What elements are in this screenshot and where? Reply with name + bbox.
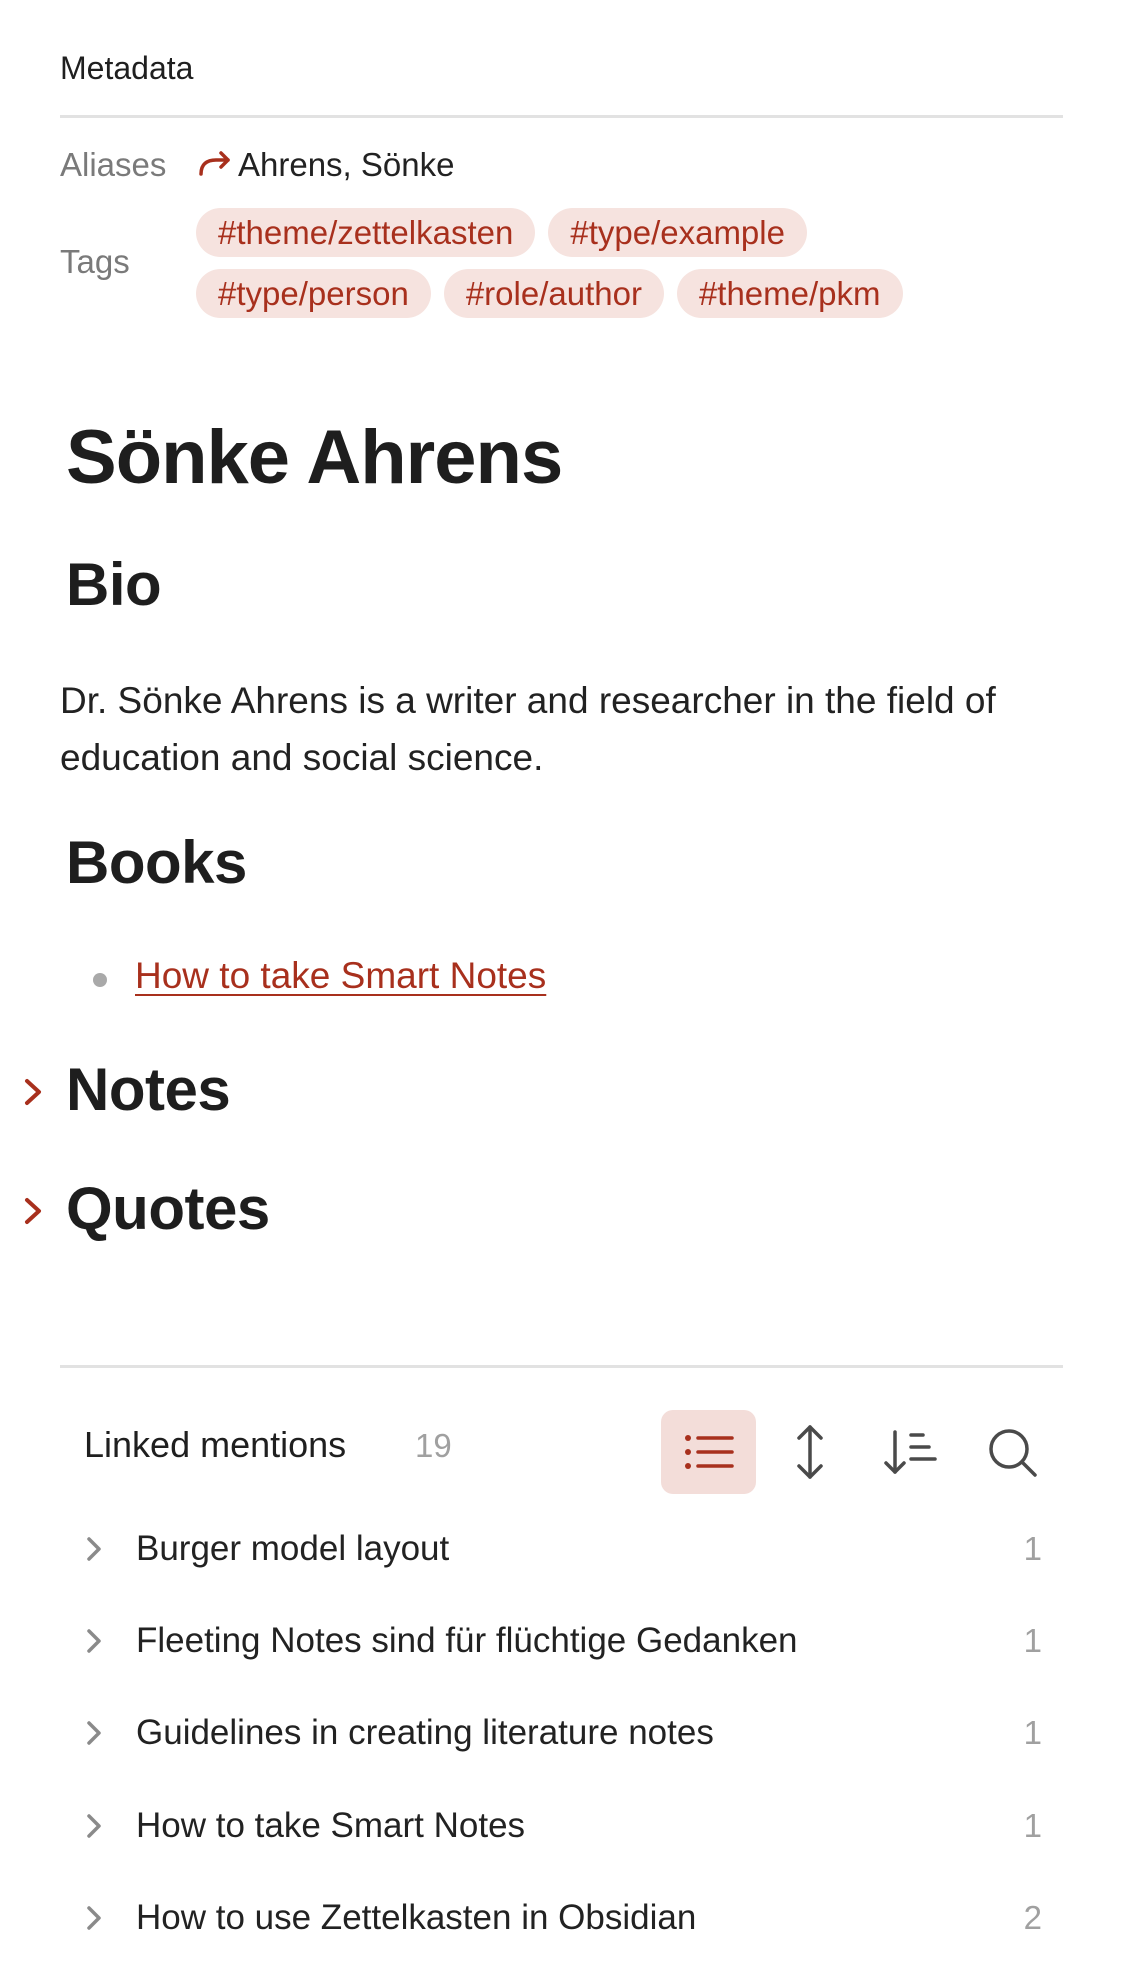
fold-chevron-icon[interactable] xyxy=(20,1077,46,1107)
list-icon xyxy=(684,1435,734,1469)
mention-count: 1 xyxy=(1023,1714,1042,1751)
tag-pill[interactable]: #type/person xyxy=(196,269,431,318)
mention-row[interactable]: Burger model layout 1 xyxy=(84,1519,1042,1579)
linked-mentions-count: 19 xyxy=(415,1427,452,1464)
mention-label: How to take Smart Notes xyxy=(136,1806,526,1845)
linked-mentions-title[interactable]: Linked mentions xyxy=(84,1424,346,1466)
list-bullet xyxy=(93,973,107,987)
chevron-right-icon xyxy=(87,1721,101,1745)
bio-heading: Bio xyxy=(66,551,162,618)
mentions-divider xyxy=(60,1365,1063,1368)
chevron-right-icon xyxy=(87,1629,101,1653)
alias-arrow-icon xyxy=(199,151,230,176)
tags-label: Tags xyxy=(60,243,130,280)
fold-chevron-icon[interactable] xyxy=(20,1196,46,1226)
tag-pill[interactable]: #theme/zettelkasten xyxy=(196,208,536,257)
mention-label: Guidelines in creating literature notes xyxy=(136,1713,714,1752)
mention-row[interactable]: Guidelines in creating literature notes … xyxy=(84,1703,1042,1763)
tag-list: #theme/zettelkasten #type/example #type/… xyxy=(196,208,1016,318)
mention-count: 2 xyxy=(1023,1899,1042,1936)
quotes-heading[interactable]: Quotes xyxy=(66,1174,270,1243)
chevron-right-icon xyxy=(87,1814,101,1838)
books-heading: Books xyxy=(66,829,247,896)
aliases-label: Aliases xyxy=(60,146,167,183)
mention-row[interactable]: How to take Smart Notes 1 xyxy=(84,1796,1042,1856)
list-view-button[interactable] xyxy=(661,1410,756,1494)
sort-icon xyxy=(883,1430,937,1474)
bio-paragraph: Dr. Sönke Ahrens is a writer and researc… xyxy=(60,680,996,778)
aliases-text: Ahrens, Sönke xyxy=(238,146,455,183)
expand-collapse-icon xyxy=(796,1425,823,1479)
note-title: Sönke Ahrens xyxy=(66,415,563,500)
tag-pill[interactable]: #role/author xyxy=(443,269,664,318)
mention-count: 1 xyxy=(1023,1622,1042,1659)
mention-label: How to use Zettelkasten in Obsidian xyxy=(136,1898,697,1937)
tag-pill[interactable]: #type/example xyxy=(548,208,807,257)
notes-heading[interactable]: Notes xyxy=(66,1055,231,1124)
metadata-divider xyxy=(60,115,1063,118)
search-button[interactable] xyxy=(964,1410,1059,1494)
mention-row[interactable]: How to use Zettelkasten in Obsidian 2 xyxy=(84,1888,1042,1948)
mention-row[interactable]: Fleeting Notes sind für flüchtige Gedank… xyxy=(84,1611,1042,1671)
mention-count: 1 xyxy=(1023,1530,1042,1567)
sort-button[interactable] xyxy=(863,1410,958,1494)
search-icon xyxy=(988,1429,1037,1477)
mention-count: 1 xyxy=(1023,1807,1042,1844)
tag-pill[interactable]: #theme/pkm xyxy=(676,269,903,318)
metadata-title[interactable]: Metadata xyxy=(60,50,193,87)
book-link[interactable]: How to take Smart Notes xyxy=(135,955,546,997)
aliases-value[interactable]: Ahrens, Sönke xyxy=(198,146,454,184)
mention-label: Burger model layout xyxy=(136,1529,450,1568)
chevron-right-icon xyxy=(87,1537,101,1561)
mention-label: Fleeting Notes sind für flüchtige Gedank… xyxy=(136,1621,798,1660)
collapse-expand-button[interactable] xyxy=(762,1410,857,1494)
chevron-right-icon xyxy=(87,1906,101,1930)
